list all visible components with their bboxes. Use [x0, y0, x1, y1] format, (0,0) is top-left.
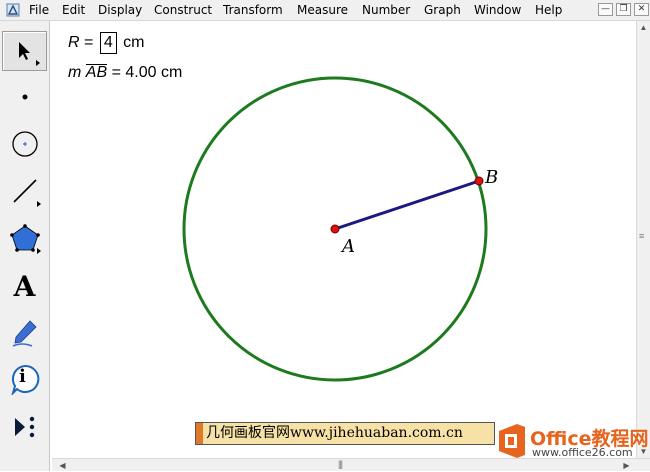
- site-watermark: 几何画板官网www.jihehuaban.com.cn: [195, 422, 495, 445]
- toolbox: A i: [0, 21, 50, 471]
- point-b-label[interactable]: B: [485, 167, 498, 188]
- scroll-left-icon[interactable]: ◀: [56, 459, 69, 472]
- menu-display[interactable]: Display: [98, 3, 142, 17]
- menu-edit[interactable]: Edit: [62, 3, 85, 17]
- scroll-up-icon[interactable]: ▲: [637, 21, 650, 34]
- submenu-arrow-icon: [37, 201, 41, 207]
- measure-value: 4.00 cm: [125, 64, 183, 81]
- information-tool[interactable]: i: [2, 359, 47, 399]
- vertical-scrollbar[interactable]: ▲ ≡ ▼: [636, 21, 650, 458]
- marker-pen-icon: [12, 320, 37, 347]
- polygon-tool[interactable]: [2, 218, 47, 258]
- point-tool[interactable]: [2, 77, 47, 117]
- line-segment-icon: [12, 179, 37, 203]
- polygon-icon: [9, 224, 40, 252]
- arrow-select-tool[interactable]: [2, 31, 47, 71]
- submenu-arrow-icon: [37, 248, 41, 254]
- app-icon[interactable]: [5, 2, 21, 18]
- radius-name: R: [68, 34, 80, 51]
- menu-measure[interactable]: Measure: [297, 3, 348, 17]
- menu-construct[interactable]: Construct: [154, 3, 212, 17]
- watermark-accent: [196, 423, 203, 444]
- sketch-canvas[interactable]: R = 4 cm m AB = 4.00 cm A B: [52, 22, 636, 458]
- text-tool[interactable]: A: [2, 266, 47, 306]
- radius-unit: cm: [123, 34, 145, 51]
- scroll-grip-icon[interactable]: |||: [338, 459, 343, 469]
- minimize-icon[interactable]: —: [598, 3, 613, 16]
- point-icon: [22, 94, 27, 100]
- menu-number[interactable]: Number: [362, 3, 410, 17]
- scroll-grip-icon[interactable]: ≡: [639, 231, 644, 241]
- measure-prefix: m: [68, 64, 82, 81]
- restore-icon[interactable]: ❐: [616, 3, 631, 16]
- arc-measurement[interactable]: m AB = 4.00 cm: [68, 64, 182, 82]
- point-a[interactable]: [330, 224, 340, 234]
- measure-equals: =: [111, 64, 121, 81]
- arrow-icon: [18, 42, 30, 60]
- close-icon[interactable]: ✕: [634, 3, 649, 16]
- point-b[interactable]: [474, 176, 484, 186]
- watermark-text: 几何画板官网www.jihehuaban.com.cn: [206, 425, 463, 441]
- segment-ab[interactable]: [334, 179, 480, 231]
- radius-value-box[interactable]: 4: [99, 32, 117, 54]
- arc-name: AB: [85, 64, 108, 81]
- custom-tool[interactable]: [2, 407, 47, 447]
- menu-file[interactable]: File: [29, 3, 49, 17]
- radius-equals: =: [84, 34, 94, 51]
- straightedge-tool[interactable]: [2, 171, 47, 211]
- office-url: www.office26.com: [532, 446, 633, 459]
- submenu-arrow-icon: [36, 60, 40, 66]
- menu-window[interactable]: Window: [474, 3, 521, 17]
- custom-tools-icon: [14, 416, 34, 438]
- compass-tool[interactable]: [2, 124, 47, 164]
- compass-icon: [11, 131, 38, 157]
- menu-bar: File Edit Display Construct Transform Me…: [0, 0, 650, 21]
- radius-parameter[interactable]: R = 4 cm: [68, 32, 145, 54]
- marker-tool[interactable]: [2, 313, 47, 353]
- point-a-label[interactable]: A: [342, 236, 355, 257]
- info-letter: i: [19, 366, 26, 387]
- menu-help[interactable]: Help: [535, 3, 562, 17]
- menu-graph[interactable]: Graph: [424, 3, 461, 17]
- menu-transform[interactable]: Transform: [223, 3, 283, 17]
- text-icon: A: [13, 269, 36, 303]
